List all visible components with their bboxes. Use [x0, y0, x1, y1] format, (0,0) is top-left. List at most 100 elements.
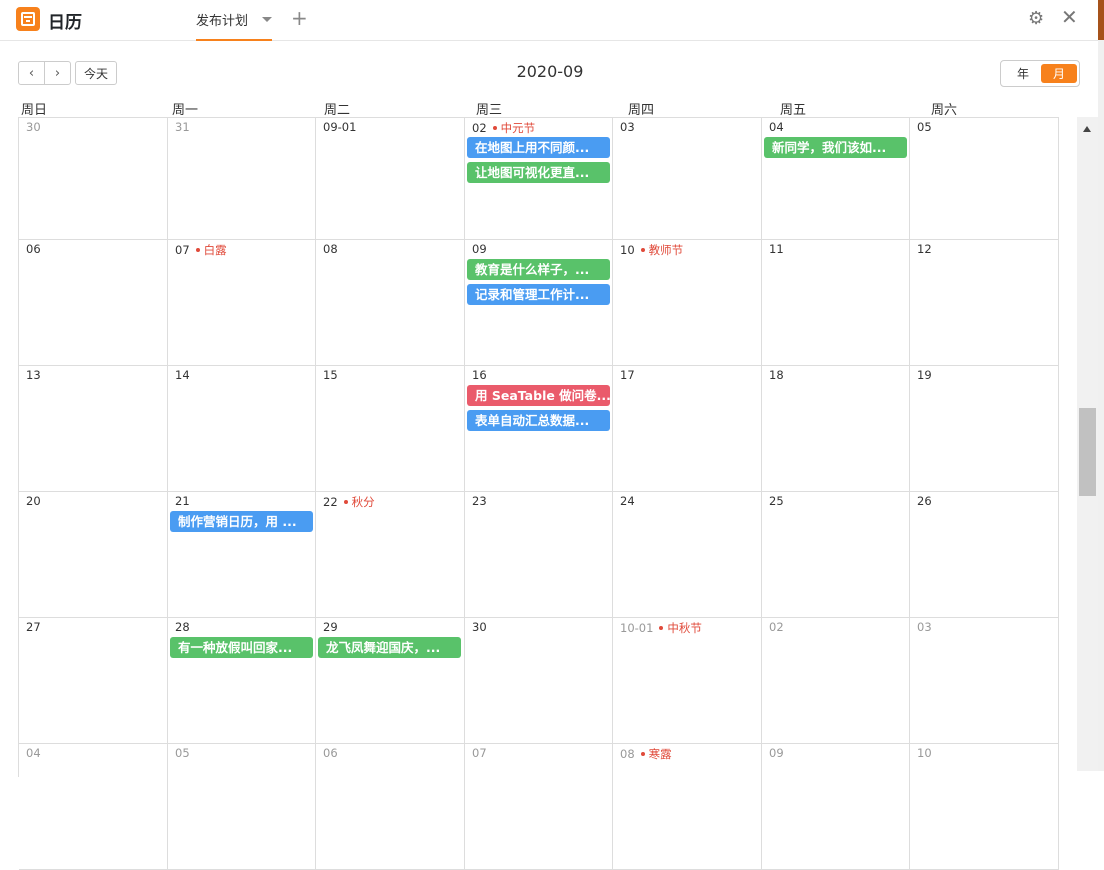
day-number-text: 02 — [769, 620, 784, 634]
event-chip[interactable]: 让地图可视化更直... — [467, 162, 610, 183]
next-month-button[interactable]: › — [44, 62, 70, 84]
day-cell[interactable]: 10-01 中秋节 — [613, 618, 762, 744]
day-cell[interactable]: 02 中元节 在地图上用不同颜... 让地图可视化更直... — [465, 118, 613, 240]
day-cell[interactable]: 05 — [168, 744, 316, 870]
day-number: 09 — [769, 746, 784, 760]
day-cell[interactable]: 06 — [19, 240, 168, 366]
day-cell[interactable]: 04 新同学，我们该如... — [762, 118, 910, 240]
calendar-icon — [16, 7, 40, 31]
event-chip[interactable]: 教育是什么样子，... — [467, 259, 610, 280]
event-chip[interactable]: 有一种放假叫回家... — [170, 637, 313, 658]
day-number-text: 28 — [175, 620, 190, 634]
day-number: 13 — [26, 368, 41, 382]
event-chip[interactable]: 用 SeaTable 做问卷... — [467, 385, 610, 406]
holiday-label: 中秋节 — [653, 621, 702, 635]
close-icon[interactable]: ✕ — [1061, 5, 1078, 29]
day-cell[interactable]: 25 — [762, 492, 910, 618]
week-row: 13 14 15 16 用 SeaTable 做问卷... 表单自动汇总数据... 17 18… — [19, 366, 1060, 492]
chevron-down-icon[interactable] — [262, 17, 272, 22]
day-cell[interactable]: 08 — [316, 240, 465, 366]
week-row: 04 05 06 07 08 寒露 09 10 — [19, 744, 1060, 870]
day-cell[interactable]: 18 — [762, 366, 910, 492]
day-number: 07 白露 — [175, 242, 227, 258]
day-cell[interactable]: 04 — [19, 744, 168, 870]
day-cell[interactable]: 26 — [910, 492, 1059, 618]
day-cell[interactable]: 30 — [19, 118, 168, 240]
day-cell[interactable]: 09-01 — [316, 118, 465, 240]
day-cell[interactable]: 03 — [910, 618, 1059, 744]
tab-label: 发布计划 — [196, 14, 249, 29]
holiday-text: 秋分 — [351, 495, 375, 509]
calendar-grid: 30 31 09-01 02 中元节 在地图上用不同颜... 让地图可视化更直... 03 04… — [18, 117, 1060, 870]
day-number-text: 03 — [620, 120, 635, 134]
day-cell[interactable]: 24 — [613, 492, 762, 618]
day-number: 19 — [917, 368, 932, 382]
day-cell[interactable]: 23 — [465, 492, 613, 618]
day-cell[interactable]: 27 — [19, 618, 168, 744]
day-cell[interactable]: 15 — [316, 366, 465, 492]
day-cell[interactable]: 08 寒露 — [613, 744, 762, 870]
holiday-dot-icon — [640, 751, 645, 756]
holiday-text: 中元节 — [500, 121, 536, 135]
scroll-up-arrow[interactable] — [1083, 126, 1091, 132]
day-cell[interactable]: 22 秋分 — [316, 492, 465, 618]
day-number: 23 — [472, 494, 487, 508]
day-cell[interactable]: 11 — [762, 240, 910, 366]
day-cell[interactable]: 17 — [613, 366, 762, 492]
day-cell[interactable]: 13 — [19, 366, 168, 492]
day-number-text: 23 — [472, 494, 487, 508]
day-cell[interactable]: 02 — [762, 618, 910, 744]
today-button[interactable]: 今天 — [75, 61, 117, 85]
gear-icon[interactable]: ⚙ — [1028, 8, 1044, 29]
day-number-text: 09 — [472, 242, 487, 256]
scroll-thumb[interactable] — [1079, 408, 1096, 496]
day-cell[interactable]: 28 有一种放假叫回家... — [168, 618, 316, 744]
weekday-label: 周四 — [628, 103, 655, 118]
event-chip[interactable]: 在地图上用不同颜... — [467, 137, 610, 158]
holiday-label: 中元节 — [487, 121, 536, 135]
event-chip[interactable]: 龙飞凤舞迎国庆，... — [318, 637, 461, 658]
holiday-dot-icon — [640, 247, 645, 252]
day-cell[interactable]: 19 — [910, 366, 1059, 492]
day-cell[interactable]: 07 白露 — [168, 240, 316, 366]
day-cell[interactable]: 03 — [613, 118, 762, 240]
day-number-text: 06 — [26, 242, 41, 256]
day-number-text: 27 — [26, 620, 41, 634]
day-cell[interactable]: 09 — [762, 744, 910, 870]
day-cell[interactable]: 09 教育是什么样子，... 记录和管理工作计... — [465, 240, 613, 366]
month-view-button[interactable]: 月 — [1041, 64, 1077, 83]
day-number-text: 07 — [472, 746, 487, 760]
day-cell[interactable]: 31 — [168, 118, 316, 240]
day-cell[interactable]: 30 — [465, 618, 613, 744]
day-cell[interactable]: 10 教师节 — [613, 240, 762, 366]
event-chip[interactable]: 记录和管理工作计... — [467, 284, 610, 305]
day-cell[interactable]: 29 龙飞凤舞迎国庆，... — [316, 618, 465, 744]
weekday-label: 周五 — [780, 103, 807, 118]
day-number: 28 — [175, 620, 190, 634]
year-view-button[interactable]: 年 — [1005, 64, 1041, 83]
day-cell[interactable]: 06 — [316, 744, 465, 870]
day-cell[interactable]: 14 — [168, 366, 316, 492]
tab-publish-plan[interactable]: 发布计划 — [196, 0, 272, 41]
add-tab-button[interactable]: + — [291, 6, 308, 30]
day-number-text: 26 — [917, 494, 932, 508]
holiday-label: 教师节 — [635, 243, 683, 257]
weekday-label: 周日 — [21, 103, 48, 118]
event-chip[interactable]: 制作营销日历，用 ... — [170, 511, 313, 532]
event-chip[interactable]: 新同学，我们该如... — [764, 137, 907, 158]
vertical-scrollbar[interactable] — [1077, 117, 1098, 771]
day-cell[interactable]: 20 — [19, 492, 168, 618]
day-cell[interactable]: 21 制作营销日历，用 ... — [168, 492, 316, 618]
day-number: 10-01 中秋节 — [620, 620, 702, 636]
event-chip[interactable]: 表单自动汇总数据... — [467, 410, 610, 431]
day-cell[interactable]: 07 — [465, 744, 613, 870]
day-cell[interactable]: 12 — [910, 240, 1059, 366]
day-cell[interactable]: 05 — [910, 118, 1059, 240]
prev-month-button[interactable]: ‹ — [19, 62, 44, 84]
weekday-label: 周一 — [172, 103, 199, 118]
day-cell[interactable]: 16 用 SeaTable 做问卷... 表单自动汇总数据... — [465, 366, 613, 492]
day-number: 14 — [175, 368, 190, 382]
day-cell[interactable]: 10 — [910, 744, 1059, 870]
weekday-label: 周六 — [931, 103, 958, 118]
day-number: 18 — [769, 368, 784, 382]
